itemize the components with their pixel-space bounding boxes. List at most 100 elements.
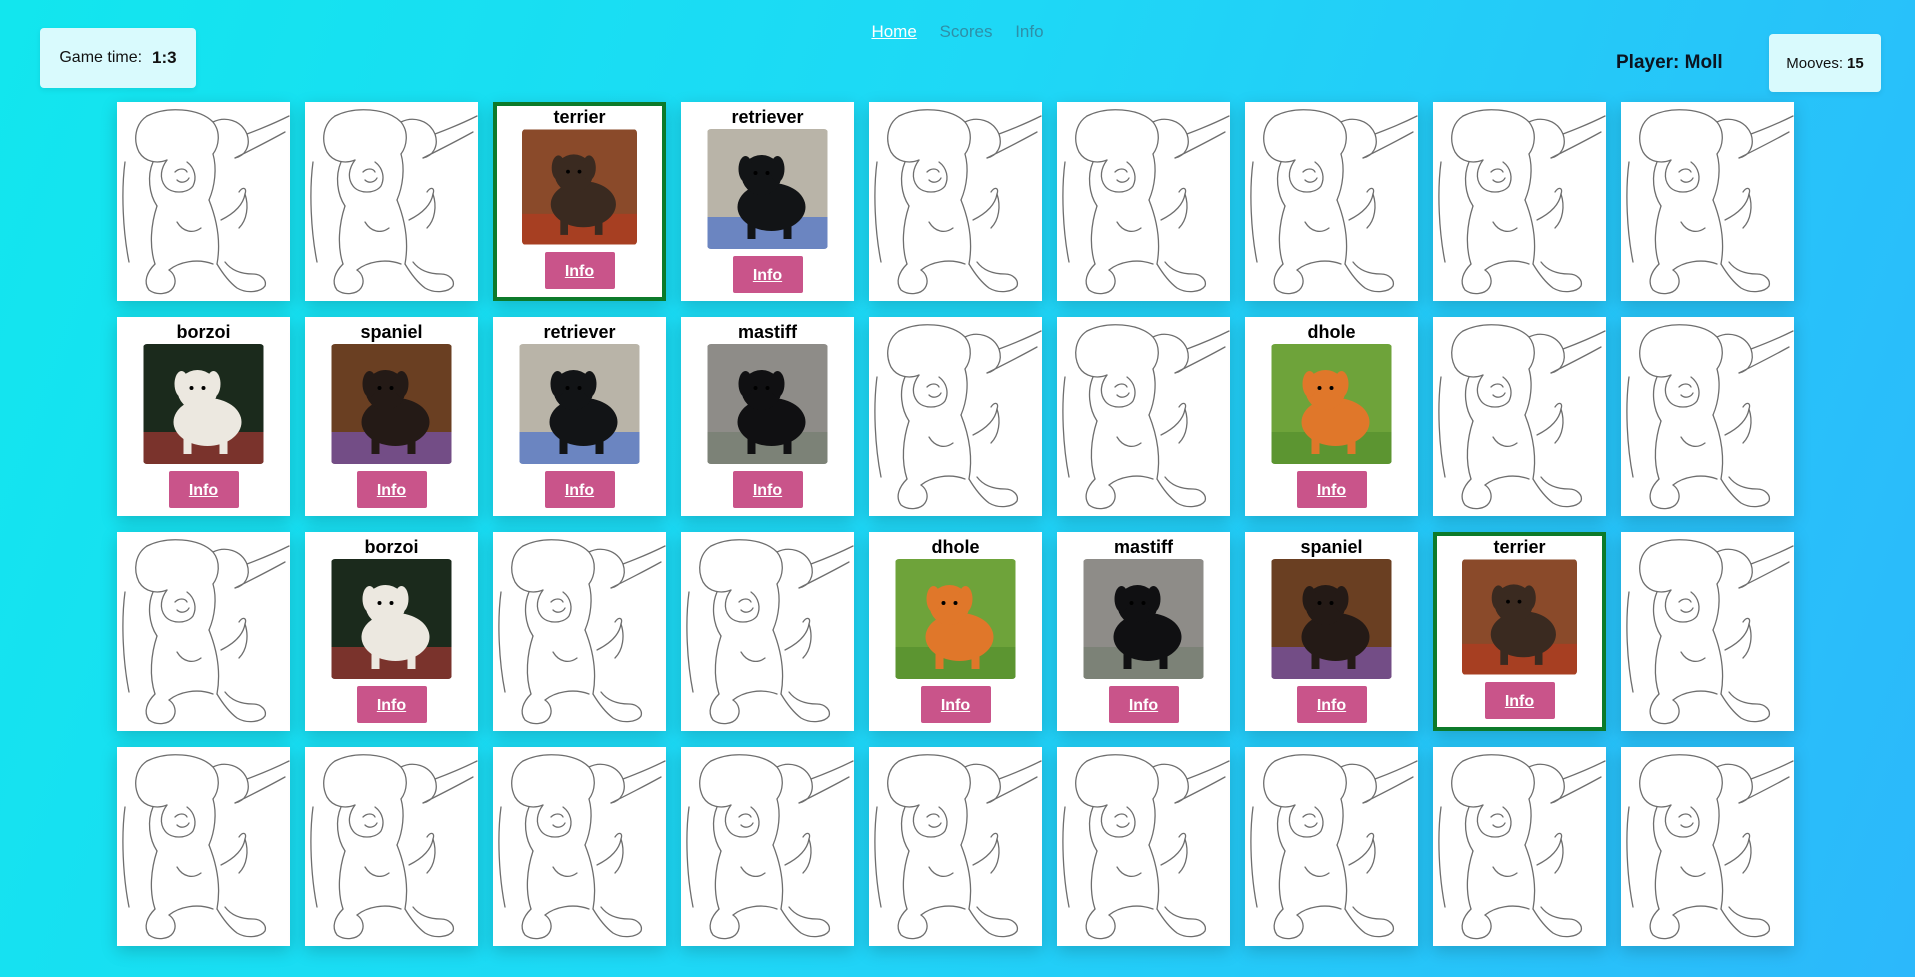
memory-card-facedown[interactable] <box>869 317 1042 516</box>
dabbing-dog-card-back-icon <box>498 539 666 725</box>
borzoi-photo <box>331 559 452 679</box>
dabbing-dog-card-back-icon <box>874 324 1042 510</box>
memory-card-facedown[interactable] <box>1433 102 1606 301</box>
memory-card-open[interactable]: borzoi Info <box>117 317 290 516</box>
memory-card-matched[interactable]: terrier Info <box>1433 532 1606 731</box>
dabbing-dog-card-back-icon <box>1062 109 1230 295</box>
memory-card-open[interactable]: retriever Info <box>493 317 666 516</box>
info-button[interactable]: Info <box>544 471 615 508</box>
memory-card-open[interactable]: retriever Info <box>681 102 854 301</box>
info-button[interactable]: Info <box>1108 686 1179 723</box>
memory-card-facedown[interactable] <box>305 102 478 301</box>
card-dog-photo <box>143 344 264 464</box>
info-button[interactable]: Info <box>168 471 239 508</box>
top-nav: Home Scores Info <box>0 22 1915 42</box>
spaniel-photo <box>1271 559 1392 679</box>
memory-card-matched[interactable]: terrier Info <box>493 102 666 301</box>
moves-box: Mooves: 15 <box>1769 34 1881 92</box>
memory-card-facedown[interactable] <box>1433 317 1606 516</box>
info-button[interactable]: Info <box>1296 471 1367 508</box>
memory-card-open[interactable]: mastiff Info <box>1057 532 1230 731</box>
dabbing-dog-card-back-icon <box>498 754 666 940</box>
memory-card-facedown[interactable] <box>1245 747 1418 946</box>
info-button[interactable]: Info <box>356 686 427 723</box>
info-button[interactable]: Info <box>1484 682 1555 719</box>
memory-card-facedown[interactable] <box>681 747 854 946</box>
dabbing-dog-card-back-icon <box>1626 109 1794 295</box>
memory-card-open[interactable]: mastiff Info <box>681 317 854 516</box>
retriever-photo <box>519 344 640 464</box>
memory-card-facedown[interactable] <box>1057 317 1230 516</box>
dabbing-dog-card-back-icon <box>686 754 854 940</box>
memory-card-open[interactable]: spaniel Info <box>1245 532 1418 731</box>
moves-label: Mooves: <box>1786 54 1843 72</box>
memory-card-open[interactable]: borzoi Info <box>305 532 478 731</box>
memory-card-facedown[interactable] <box>117 102 290 301</box>
card-dog-photo <box>707 129 828 249</box>
card-dog-photo <box>1083 559 1204 679</box>
info-button[interactable]: Info <box>1296 686 1367 723</box>
mastiff-photo <box>707 344 828 464</box>
info-button[interactable]: Info <box>356 471 427 508</box>
dabbing-dog-card-back-icon <box>1438 754 1606 940</box>
dabbing-dog-card-back-icon <box>874 754 1042 940</box>
memory-card-facedown[interactable] <box>1057 747 1230 946</box>
retriever-photo <box>707 129 828 249</box>
memory-card-facedown[interactable] <box>305 747 478 946</box>
dabbing-dog-card-back-icon <box>310 109 478 295</box>
memory-card-facedown[interactable] <box>117 532 290 731</box>
card-breed-name: borzoi <box>364 537 419 557</box>
memory-card-open[interactable]: spaniel Info <box>305 317 478 516</box>
memory-card-open[interactable]: dhole Info <box>1245 317 1418 516</box>
memory-card-facedown[interactable] <box>117 747 290 946</box>
memory-card-facedown[interactable] <box>493 532 666 731</box>
dabbing-dog-card-back-icon <box>874 109 1042 295</box>
info-button[interactable]: Info <box>920 686 991 723</box>
dabbing-dog-card-back-icon <box>686 539 854 725</box>
memory-card-facedown[interactable] <box>869 747 1042 946</box>
card-breed-name: spaniel <box>360 322 423 342</box>
player-name: Player: Moll <box>1616 52 1723 73</box>
memory-card-facedown[interactable] <box>1621 102 1794 301</box>
dabbing-dog-card-back-icon <box>1626 539 1794 725</box>
card-breed-name: terrier <box>1493 537 1546 557</box>
dabbing-dog-card-back-icon <box>1438 109 1606 295</box>
dabbing-dog-card-back-icon <box>310 754 478 940</box>
memory-card-facedown[interactable] <box>869 102 1042 301</box>
dabbing-dog-card-back-icon <box>1250 754 1418 940</box>
memory-card-facedown[interactable] <box>1245 102 1418 301</box>
dabbing-dog-card-back-icon <box>122 754 290 940</box>
info-button[interactable]: Info <box>732 256 803 293</box>
card-dog-photo <box>519 344 640 464</box>
dabbing-dog-card-back-icon <box>1626 754 1794 940</box>
game-time-value: 1:3 <box>152 48 177 67</box>
memory-card-facedown[interactable] <box>1621 317 1794 516</box>
info-button[interactable]: Info <box>544 252 615 289</box>
card-breed-name: mastiff <box>1113 537 1173 557</box>
borzoi-photo <box>143 344 264 464</box>
dabbing-dog-card-back-icon <box>1438 324 1606 510</box>
nav-home-link[interactable]: Home <box>871 22 916 42</box>
card-dog-photo <box>1271 559 1392 679</box>
dhole-photo <box>1271 344 1392 464</box>
memory-card-open[interactable]: dhole Info <box>869 532 1042 731</box>
card-dog-photo <box>331 344 452 464</box>
card-breed-name: retriever <box>543 322 616 342</box>
dabbing-dog-card-back-icon <box>122 109 290 295</box>
card-dog-photo <box>707 344 828 464</box>
card-breed-name: spaniel <box>1300 537 1363 557</box>
dabbing-dog-card-back-icon <box>1062 324 1230 510</box>
terrier-photo <box>1462 559 1577 675</box>
memory-card-facedown[interactable] <box>681 532 854 731</box>
memory-card-facedown[interactable] <box>493 747 666 946</box>
info-button[interactable]: Info <box>732 471 803 508</box>
card-breed-name: dhole <box>931 537 980 557</box>
memory-card-facedown[interactable] <box>1433 747 1606 946</box>
dabbing-dog-card-back-icon <box>1062 754 1230 940</box>
memory-card-facedown[interactable] <box>1621 532 1794 731</box>
memory-card-facedown[interactable] <box>1057 102 1230 301</box>
nav-info-link[interactable]: Info <box>1015 22 1043 42</box>
nav-scores-link[interactable]: Scores <box>940 22 993 42</box>
memory-card-facedown[interactable] <box>1621 747 1794 946</box>
card-dog-photo <box>1462 559 1577 675</box>
